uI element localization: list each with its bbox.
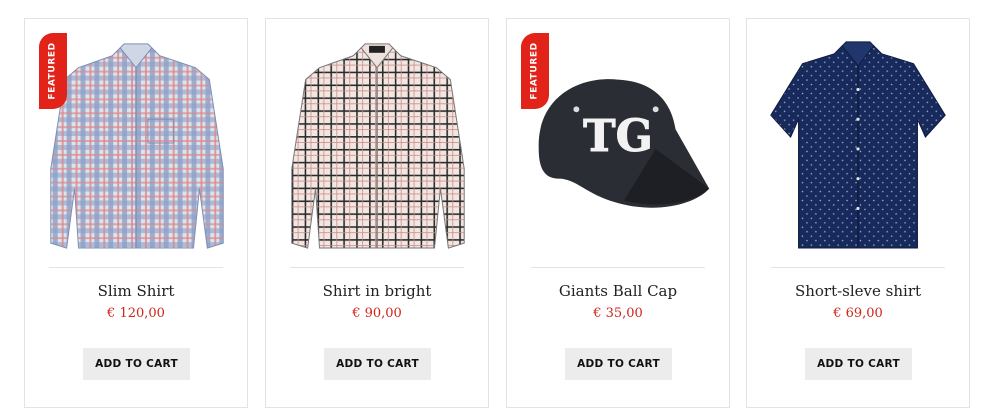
product-title[interactable]: Giants Ball Cap (507, 282, 729, 300)
divider (531, 267, 705, 268)
add-to-cart-button[interactable]: ADD TO CART (83, 348, 190, 380)
featured-badge: FEATURED (39, 33, 67, 109)
divider (49, 267, 223, 268)
product-card-giants-ball-cap[interactable]: TG FEATURED Giants Ball Cap € 35,00 ADD … (506, 18, 730, 408)
product-card-slim-shirt[interactable]: FEATURED Slim Shirt € 120,00 ADD TO CART (24, 18, 248, 408)
product-price: € 120,00 (107, 306, 165, 321)
svg-text:TG: TG (583, 111, 653, 162)
product-title[interactable]: Slim Shirt (25, 282, 247, 300)
add-to-cart-button[interactable]: ADD TO CART (324, 348, 431, 380)
product-card-short-sleve-shirt[interactable]: Short-sleve shirt € 69,00 ADD TO CART (746, 18, 970, 408)
product-price: € 90,00 (352, 306, 402, 321)
divider (290, 267, 464, 268)
product-price: € 35,00 (593, 306, 643, 321)
checked-shirt-icon[interactable] (266, 19, 488, 265)
featured-badge: FEATURED (521, 33, 549, 109)
short-sleeve-shirt-icon[interactable] (747, 19, 969, 265)
add-to-cart-button[interactable]: ADD TO CART (805, 348, 912, 380)
product-title[interactable]: Shirt in bright (266, 282, 488, 300)
product-card-shirt-in-bright[interactable]: Shirt in bright € 90,00 ADD TO CART (265, 18, 489, 408)
add-to-cart-button[interactable]: ADD TO CART (565, 348, 672, 380)
product-title[interactable]: Short-sleve shirt (747, 282, 969, 300)
divider (771, 267, 945, 268)
product-price: € 69,00 (833, 306, 883, 321)
